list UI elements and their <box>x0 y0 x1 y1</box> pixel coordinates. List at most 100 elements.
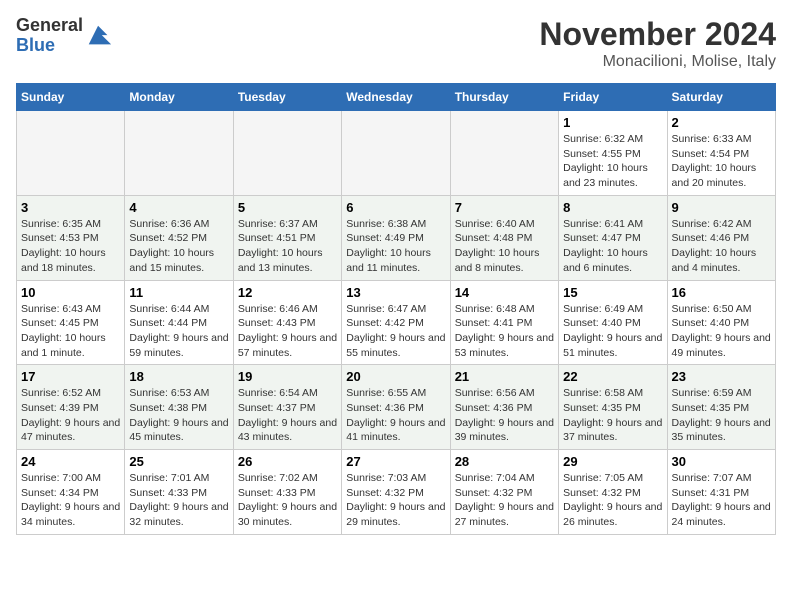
day-info: Sunrise: 6:47 AM Sunset: 4:42 PM Dayligh… <box>346 302 445 361</box>
day-number: 12 <box>238 285 337 300</box>
calendar-cell: 19 Sunrise: 6:54 AM Sunset: 4:37 PM Dayli… <box>233 365 341 450</box>
calendar-cell: 22Sunrise: 6:58 AM Sunset: 4:35 PM Dayli… <box>559 365 667 450</box>
calendar-cell <box>17 111 125 196</box>
calendar-cell: 2 Sunrise: 6:33 AM Sunset: 4:54 PM Daylig… <box>667 111 775 196</box>
calendar-cell: 4Sunrise: 6:36 AM Sunset: 4:52 PM Daylig… <box>125 195 233 280</box>
day-info: Sunrise: 7:04 AM Sunset: 4:32 PM Dayligh… <box>455 471 554 530</box>
day-number: 14 <box>455 285 554 300</box>
day-number: 7 <box>455 200 554 215</box>
day-info: Sunrise: 6:41 AM Sunset: 4:47 PM Dayligh… <box>563 217 662 276</box>
day-number: 3 <box>21 200 120 215</box>
location: Monacilioni, Molise, Italy <box>539 53 776 71</box>
calendar-week-row: 17 Sunrise: 6:52 AM Sunset: 4:39 PM Dayli… <box>17 365 776 450</box>
calendar-cell: 15 Sunrise: 6:49 AM Sunset: 4:40 PM Dayli… <box>559 280 667 365</box>
calendar-cell: 6Sunrise: 6:38 AM Sunset: 4:49 PM Daylig… <box>342 195 450 280</box>
weekday-header: Saturday <box>667 84 775 111</box>
calendar-cell: 20Sunrise: 6:55 AM Sunset: 4:36 PM Dayli… <box>342 365 450 450</box>
day-number: 15 <box>563 285 662 300</box>
calendar-cell: 17 Sunrise: 6:52 AM Sunset: 4:39 PM Dayli… <box>17 365 125 450</box>
logo-text: General Blue <box>16 16 83 56</box>
calendar-cell: 25 Sunrise: 7:01 AM Sunset: 4:33 PM Dayli… <box>125 450 233 535</box>
day-info: Sunrise: 6:35 AM Sunset: 4:53 PM Dayligh… <box>21 217 120 276</box>
logo-blue: Blue <box>16 35 55 55</box>
day-number: 21 <box>455 369 554 384</box>
day-info: Sunrise: 6:52 AM Sunset: 4:39 PM Dayligh… <box>21 386 120 445</box>
calendar-cell: 27 Sunrise: 7:03 AM Sunset: 4:32 PM Dayli… <box>342 450 450 535</box>
day-info: Sunrise: 6:49 AM Sunset: 4:40 PM Dayligh… <box>563 302 662 361</box>
day-info: Sunrise: 6:59 AM Sunset: 4:35 PM Dayligh… <box>672 386 771 445</box>
calendar-cell: 21Sunrise: 6:56 AM Sunset: 4:36 PM Dayli… <box>450 365 558 450</box>
calendar-cell: 10Sunrise: 6:43 AM Sunset: 4:45 PM Dayli… <box>17 280 125 365</box>
day-number: 11 <box>129 285 228 300</box>
day-number: 5 <box>238 200 337 215</box>
calendar-cell: 26 Sunrise: 7:02 AM Sunset: 4:33 PM Dayli… <box>233 450 341 535</box>
day-number: 17 <box>21 369 120 384</box>
calendar-table: SundayMondayTuesdayWednesdayThursdayFrid… <box>16 83 776 535</box>
calendar-cell: 18Sunrise: 6:53 AM Sunset: 4:38 PM Dayli… <box>125 365 233 450</box>
calendar-week-row: 24 Sunrise: 7:00 AM Sunset: 4:34 PM Dayli… <box>17 450 776 535</box>
calendar-cell <box>233 111 341 196</box>
weekday-header: Monday <box>125 84 233 111</box>
calendar-cell <box>450 111 558 196</box>
day-number: 8 <box>563 200 662 215</box>
calendar-cell: 8 Sunrise: 6:41 AM Sunset: 4:47 PM Daylig… <box>559 195 667 280</box>
calendar-cell: 16 Sunrise: 6:50 AM Sunset: 4:40 PM Dayli… <box>667 280 775 365</box>
calendar-cell: 28 Sunrise: 7:04 AM Sunset: 4:32 PM Dayli… <box>450 450 558 535</box>
calendar-week-row: 1 Sunrise: 6:32 AM Sunset: 4:55 PM Daylig… <box>17 111 776 196</box>
logo-icon <box>85 22 113 50</box>
day-info: Sunrise: 6:38 AM Sunset: 4:49 PM Dayligh… <box>346 217 445 276</box>
calendar-cell: 14 Sunrise: 6:48 AM Sunset: 4:41 PM Dayli… <box>450 280 558 365</box>
day-number: 19 <box>238 369 337 384</box>
day-number: 4 <box>129 200 228 215</box>
day-info: Sunrise: 6:46 AM Sunset: 4:43 PM Dayligh… <box>238 302 337 361</box>
day-number: 25 <box>129 454 228 469</box>
day-number: 13 <box>346 285 445 300</box>
day-info: Sunrise: 6:32 AM Sunset: 4:55 PM Dayligh… <box>563 132 662 191</box>
day-info: Sunrise: 6:42 AM Sunset: 4:46 PM Dayligh… <box>672 217 771 276</box>
day-info: Sunrise: 6:50 AM Sunset: 4:40 PM Dayligh… <box>672 302 771 361</box>
day-number: 16 <box>672 285 771 300</box>
day-number: 10 <box>21 285 120 300</box>
calendar-week-row: 3 Sunrise: 6:35 AM Sunset: 4:53 PM Daylig… <box>17 195 776 280</box>
day-number: 9 <box>672 200 771 215</box>
day-info: Sunrise: 7:07 AM Sunset: 4:31 PM Dayligh… <box>672 471 771 530</box>
page-header: General Blue November 2024 Monacilioni, … <box>16 16 776 71</box>
day-number: 29 <box>563 454 662 469</box>
weekday-header: Sunday <box>17 84 125 111</box>
day-number: 20 <box>346 369 445 384</box>
day-info: Sunrise: 6:48 AM Sunset: 4:41 PM Dayligh… <box>455 302 554 361</box>
day-info: Sunrise: 6:58 AM Sunset: 4:35 PM Dayligh… <box>563 386 662 445</box>
day-info: Sunrise: 6:33 AM Sunset: 4:54 PM Dayligh… <box>672 132 771 191</box>
day-info: Sunrise: 7:03 AM Sunset: 4:32 PM Dayligh… <box>346 471 445 530</box>
day-info: Sunrise: 6:37 AM Sunset: 4:51 PM Dayligh… <box>238 217 337 276</box>
day-number: 1 <box>563 115 662 130</box>
day-info: Sunrise: 7:05 AM Sunset: 4:32 PM Dayligh… <box>563 471 662 530</box>
weekday-header: Friday <box>559 84 667 111</box>
calendar-cell: 29 Sunrise: 7:05 AM Sunset: 4:32 PM Dayli… <box>559 450 667 535</box>
day-info: Sunrise: 6:54 AM Sunset: 4:37 PM Dayligh… <box>238 386 337 445</box>
calendar-cell: 7 Sunrise: 6:40 AM Sunset: 4:48 PM Daylig… <box>450 195 558 280</box>
day-number: 24 <box>21 454 120 469</box>
day-info: Sunrise: 7:01 AM Sunset: 4:33 PM Dayligh… <box>129 471 228 530</box>
calendar-cell: 24 Sunrise: 7:00 AM Sunset: 4:34 PM Dayli… <box>17 450 125 535</box>
day-number: 28 <box>455 454 554 469</box>
day-info: Sunrise: 6:53 AM Sunset: 4:38 PM Dayligh… <box>129 386 228 445</box>
logo: General Blue <box>16 16 113 56</box>
calendar-cell: 9 Sunrise: 6:42 AM Sunset: 4:46 PM Daylig… <box>667 195 775 280</box>
day-number: 23 <box>672 369 771 384</box>
day-number: 27 <box>346 454 445 469</box>
day-info: Sunrise: 7:00 AM Sunset: 4:34 PM Dayligh… <box>21 471 120 530</box>
day-info: Sunrise: 6:44 AM Sunset: 4:44 PM Dayligh… <box>129 302 228 361</box>
calendar-cell: 23 Sunrise: 6:59 AM Sunset: 4:35 PM Dayli… <box>667 365 775 450</box>
calendar-cell: 13 Sunrise: 6:47 AM Sunset: 4:42 PM Dayli… <box>342 280 450 365</box>
day-number: 2 <box>672 115 771 130</box>
calendar-cell: 30 Sunrise: 7:07 AM Sunset: 4:31 PM Dayli… <box>667 450 775 535</box>
day-info: Sunrise: 7:02 AM Sunset: 4:33 PM Dayligh… <box>238 471 337 530</box>
day-number: 26 <box>238 454 337 469</box>
logo-general: General <box>16 15 83 35</box>
weekday-header: Wednesday <box>342 84 450 111</box>
weekday-header: Tuesday <box>233 84 341 111</box>
day-number: 30 <box>672 454 771 469</box>
weekday-header: Thursday <box>450 84 558 111</box>
day-info: Sunrise: 6:40 AM Sunset: 4:48 PM Dayligh… <box>455 217 554 276</box>
